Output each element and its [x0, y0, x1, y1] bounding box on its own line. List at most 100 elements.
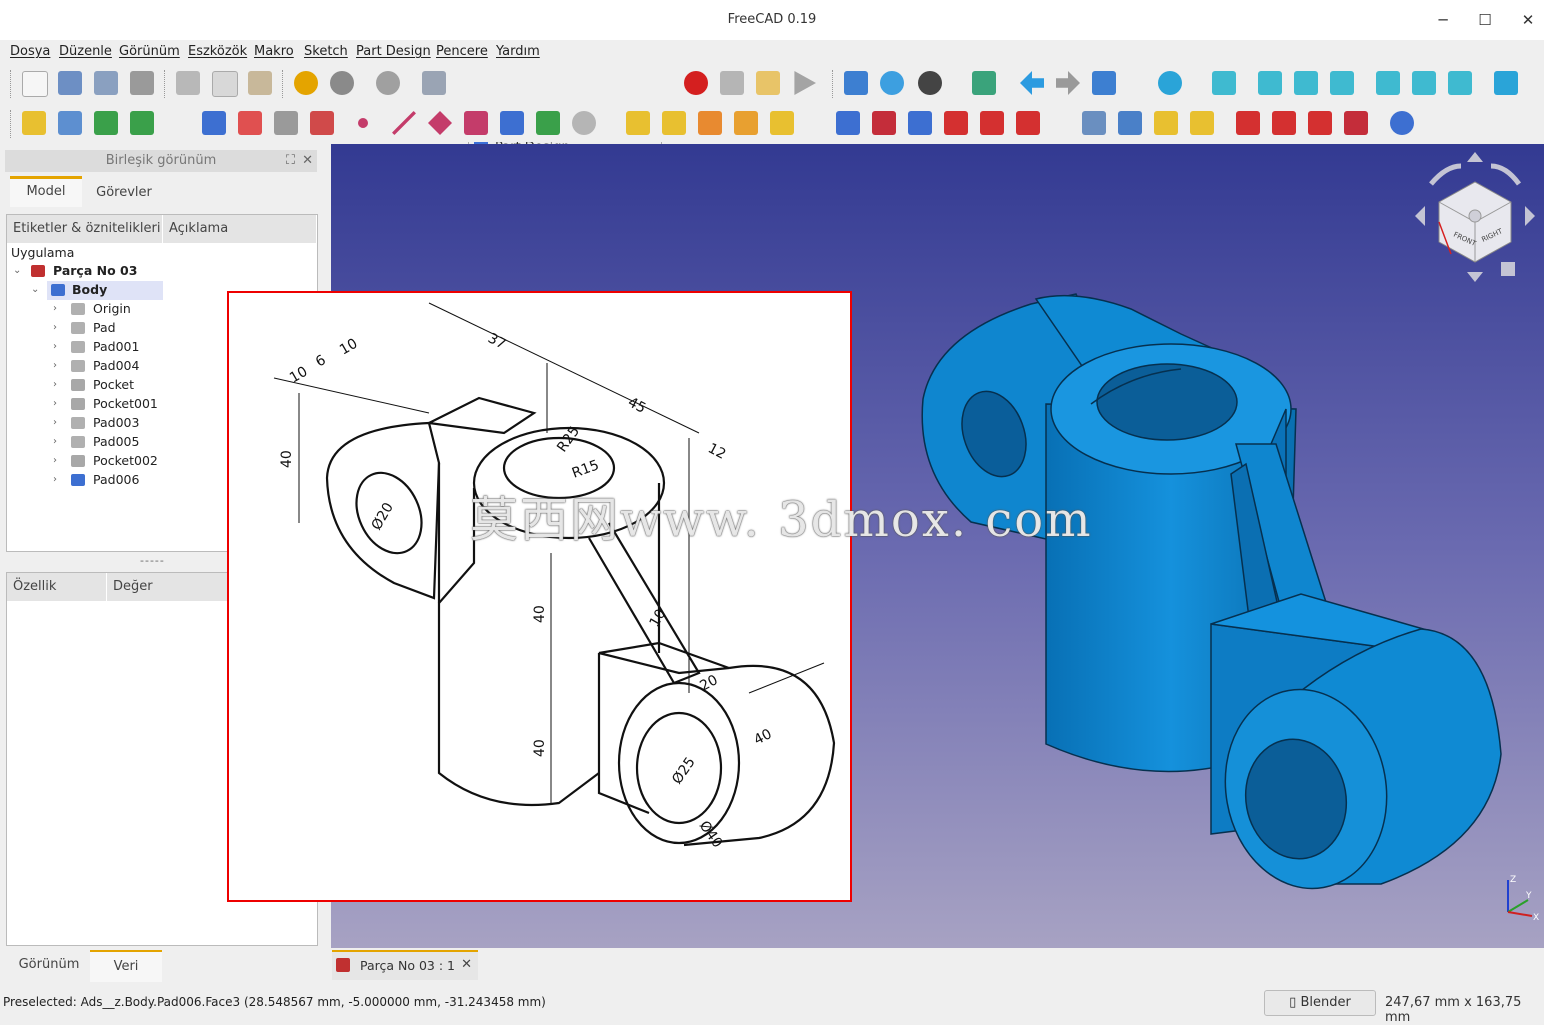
boolean-icon[interactable]	[1390, 111, 1414, 135]
sync-view-icon[interactable]	[1092, 71, 1116, 95]
navcube-arrow-right-icon[interactable]	[1525, 206, 1535, 226]
draft-icon[interactable]	[1308, 111, 1332, 135]
navcube-arrow-down-icon[interactable]	[1467, 272, 1483, 282]
subtractive-loft-icon[interactable]	[944, 111, 968, 135]
datum-line-icon[interactable]	[392, 111, 416, 135]
link-actions-icon[interactable]	[130, 111, 154, 135]
shape-binder-icon[interactable]	[310, 111, 334, 135]
edit-macro-icon[interactable]	[756, 71, 780, 95]
zoom-icon[interactable]	[1158, 71, 1182, 95]
loft-icon[interactable]	[698, 111, 722, 135]
redo-icon[interactable]	[330, 71, 354, 95]
part-model[interactable]	[921, 293, 1502, 901]
isometric-view-icon[interactable]	[1212, 71, 1236, 95]
tree-item[interactable]: Pad001	[93, 338, 139, 356]
menu-makro[interactable]: Makro	[254, 44, 294, 59]
polar-pattern-icon[interactable]	[1154, 111, 1178, 135]
column-header-description[interactable]: Açıklama	[163, 215, 317, 243]
check-geometry-icon[interactable]	[572, 111, 596, 135]
navcube-rotate-left-icon[interactable]	[1429, 163, 1462, 186]
navigation-style-button[interactable]: ▯ Blender	[1264, 990, 1376, 1016]
bottom-view-icon[interactable]	[1412, 71, 1436, 95]
menu-dosya[interactable]: Dosya	[10, 44, 50, 59]
expand-arrow-icon[interactable]: ›	[53, 474, 57, 485]
validate-sketch-icon[interactable]	[274, 111, 298, 135]
subtractive-pipe-icon[interactable]	[980, 111, 1004, 135]
expand-arrow-icon[interactable]: ›	[53, 341, 57, 352]
tree-item[interactable]: Pad004	[93, 357, 139, 375]
column-header-labels[interactable]: Etiketler & öznitelikleri	[7, 215, 163, 243]
tab-gorunum[interactable]: Görünüm	[10, 950, 88, 980]
pad-icon[interactable]	[626, 111, 650, 135]
open-folder-icon[interactable]	[58, 71, 82, 95]
close-panel-icon[interactable]: ✕	[302, 150, 313, 172]
tree-item[interactable]: Pad006	[93, 471, 139, 489]
tree-item[interactable]: Pocket	[93, 376, 134, 394]
fillet-icon[interactable]	[1236, 111, 1260, 135]
create-sketch-icon[interactable]	[238, 111, 262, 135]
tree-item[interactable]: Pocket002	[93, 452, 158, 470]
create-body-icon[interactable]	[202, 111, 226, 135]
navcube-rotate-right-icon[interactable]	[1490, 163, 1522, 186]
top-view-icon[interactable]	[1294, 71, 1318, 95]
hole-icon[interactable]	[872, 111, 896, 135]
stop-macro-icon[interactable]	[720, 71, 744, 95]
tab-veri[interactable]: Veri	[90, 950, 162, 982]
subtractive-primitive-icon[interactable]	[1016, 111, 1040, 135]
close-button[interactable]: ✕	[1513, 8, 1543, 32]
forward-arrow-icon[interactable]	[1056, 71, 1080, 95]
additive-primitive-icon[interactable]	[770, 111, 794, 135]
maximize-button[interactable]: ☐	[1470, 8, 1500, 32]
fit-selection-icon[interactable]	[880, 71, 904, 95]
tree-item[interactable]: Pocket001	[93, 395, 158, 413]
linear-pattern-icon[interactable]	[1118, 111, 1142, 135]
navcube-menu-icon[interactable]	[1501, 262, 1515, 276]
expand-arrow-icon[interactable]: ›	[53, 360, 57, 371]
splitter-handle[interactable]: -----	[140, 554, 165, 567]
measure-icon[interactable]	[1494, 71, 1518, 95]
expand-arrow-icon[interactable]: ›	[53, 379, 57, 390]
chamfer-icon[interactable]	[1272, 111, 1296, 135]
navigation-cube[interactable]: FRONT RIGHT	[1415, 152, 1535, 282]
back-arrow-icon[interactable]	[1020, 71, 1044, 95]
multi-transform-icon[interactable]	[1190, 111, 1214, 135]
left-view-icon[interactable]	[1448, 71, 1472, 95]
menu-duzenle[interactable]: Düzenle	[59, 44, 112, 59]
pipe-icon[interactable]	[734, 111, 758, 135]
expand-arrow-icon[interactable]: ›	[53, 398, 57, 409]
whats-this-icon[interactable]	[422, 71, 446, 95]
tree-item[interactable]: Origin	[93, 300, 131, 318]
collapse-arrow-icon[interactable]: ⌄	[13, 265, 21, 276]
collapse-arrow-icon[interactable]: ⌄	[31, 284, 39, 295]
menu-part-design[interactable]: Part Design	[356, 44, 431, 59]
draw-style-icon[interactable]	[918, 71, 942, 95]
sub-shape-binder-icon[interactable]	[500, 111, 524, 135]
menu-pencere[interactable]: Pencere	[436, 44, 488, 59]
local-coordinate-system-icon[interactable]	[464, 111, 488, 135]
navcube-arrow-left-icon[interactable]	[1415, 206, 1425, 226]
document-tab[interactable]: Parça No 03 : 1 ✕	[332, 950, 478, 980]
rear-view-icon[interactable]	[1376, 71, 1400, 95]
create-group-icon[interactable]	[58, 111, 82, 135]
tree-item[interactable]: Pad003	[93, 414, 139, 432]
tree-item[interactable]: Pad005	[93, 433, 139, 451]
menu-gorunum[interactable]: Görünüm	[119, 44, 180, 59]
expand-arrow-icon[interactable]: ›	[53, 303, 57, 314]
expand-arrow-icon[interactable]: ›	[53, 455, 57, 466]
bounding-box-icon[interactable]	[972, 71, 996, 95]
groove-icon[interactable]	[908, 111, 932, 135]
datum-plane-icon[interactable]	[428, 111, 452, 135]
expand-arrow-icon[interactable]: ›	[53, 417, 57, 428]
tree-document[interactable]: Parça No 03	[53, 262, 137, 280]
tab-model[interactable]: Model	[10, 176, 82, 207]
menu-eszkozok[interactable]: Eszközök	[188, 44, 247, 59]
menu-sketch[interactable]: Sketch	[304, 44, 348, 59]
column-header-property[interactable]: Özellik	[7, 573, 107, 601]
expand-arrow-icon[interactable]: ›	[53, 436, 57, 447]
refresh-icon[interactable]	[376, 71, 400, 95]
front-view-icon[interactable]	[1258, 71, 1282, 95]
thickness-icon[interactable]	[1344, 111, 1368, 135]
right-view-icon[interactable]	[1330, 71, 1354, 95]
mirrored-icon[interactable]	[1082, 111, 1106, 135]
undo-icon[interactable]	[294, 71, 318, 95]
